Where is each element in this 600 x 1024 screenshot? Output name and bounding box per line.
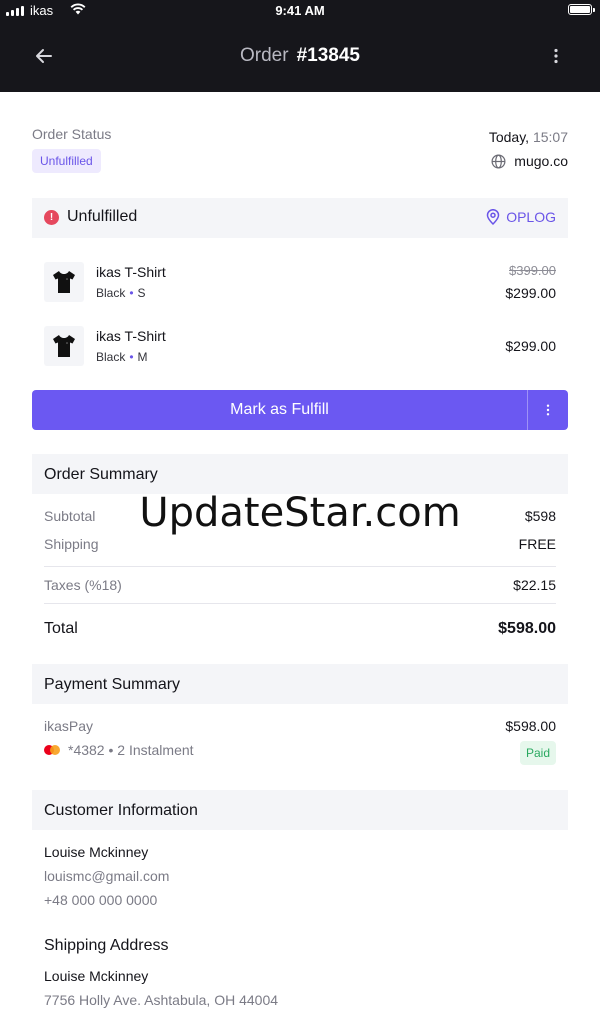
tshirt-icon [53,271,75,293]
original-price: $399.00 [509,263,556,278]
page-title-label: Order [240,45,289,66]
separator-dot: • [129,350,134,364]
shipping-address-title: Shipping Address [44,937,169,954]
status-bar: ikas 9:41 AM [0,0,600,20]
product-variant: Black • S [96,286,146,300]
product-size: M [137,350,148,364]
shipping-value: FREE [518,536,556,552]
fulfillment-status-bar: ! Unfulfilled OPLOG [32,198,568,238]
tshirt-icon [53,335,75,357]
product-price: $299.00 [505,285,556,301]
list-item[interactable]: ikas T-Shirt Black • S $399.00 $299.00 [32,262,568,312]
shipping-address: 7756 Holly Ave. Ashtabula, OH 44004 [44,992,279,1008]
product-image [44,262,84,302]
separator-dot: • [129,286,134,300]
fulfillment-status-label: Unfulfilled [67,208,138,225]
alert-icon: ! [44,209,59,225]
order-status-badge: Unfulfilled [32,149,101,173]
more-vertical-icon [546,404,550,416]
card-info: *4382 • 2 Instalment [44,742,194,758]
divider [44,566,556,567]
more-options-button[interactable] [542,42,570,70]
divider [44,603,556,604]
customer-email[interactable]: louismc@gmail.com [44,868,169,884]
fulfillment-status: ! Unfulfilled [44,208,137,226]
page-title: Order #13845 [0,45,600,67]
shipping-label: Shipping [44,536,99,552]
top-bar: ikas 9:41 AM Order #13845 [0,0,600,92]
store-info: mugo.co [491,153,568,169]
status-time: 9:41 AM [275,3,325,18]
order-date: Today, 15:07 [489,129,568,145]
order-date-day: Today, [488,129,530,145]
product-size: S [137,286,146,300]
battery-icon [568,4,595,15]
total-value: $598.00 [498,620,556,637]
product-image [44,326,84,366]
location-pin-icon [486,209,500,225]
customer-info-title: Customer Information [32,790,568,830]
more-vertical-icon [554,48,558,64]
customer-phone[interactable]: +48 000 000 0000 [44,892,157,908]
total-label: Total [44,620,78,637]
payment-summary-title: Payment Summary [32,664,568,704]
payment-amount: $598.00 [505,718,556,734]
watermark: UpdateStar.com [139,490,461,536]
order-date-time: 15:07 [532,129,568,145]
order-status-label: Order Status [32,126,112,142]
list-item[interactable]: ikas T-Shirt Black • M $299.00 [32,326,568,376]
fulfillment-location-label: OPLOG [506,209,556,225]
fulfillment-location[interactable]: OPLOG [486,209,556,225]
payment-method: ikasPay [44,718,94,734]
mark-as-fulfill-button[interactable]: Mark as Fulfill [32,390,527,430]
globe-icon [491,154,506,168]
payment-status-badge: Paid [519,741,556,765]
taxes-value: $22.15 [513,577,556,593]
product-name: ikas T-Shirt [96,264,166,280]
product-variant: Black • M [96,350,148,364]
customer-name: Louise Mckinney [44,844,149,860]
taxes-label: Taxes (%18) [44,577,122,593]
store-name: mugo.co [514,153,568,169]
product-color: Black [96,286,126,300]
product-price: $299.00 [505,338,556,354]
shipping-name: Louise Mckinney [44,968,149,984]
product-name: ikas T-Shirt [96,328,166,344]
card-details: *4382 • 2 Instalment [68,742,194,758]
mastercard-icon [44,745,60,755]
fulfill-button-group: Mark as Fulfill [32,390,568,430]
fulfill-more-button[interactable] [528,390,568,430]
order-number: #13845 [296,45,360,66]
product-color: Black [96,350,126,364]
order-summary-title: Order Summary [32,454,568,494]
